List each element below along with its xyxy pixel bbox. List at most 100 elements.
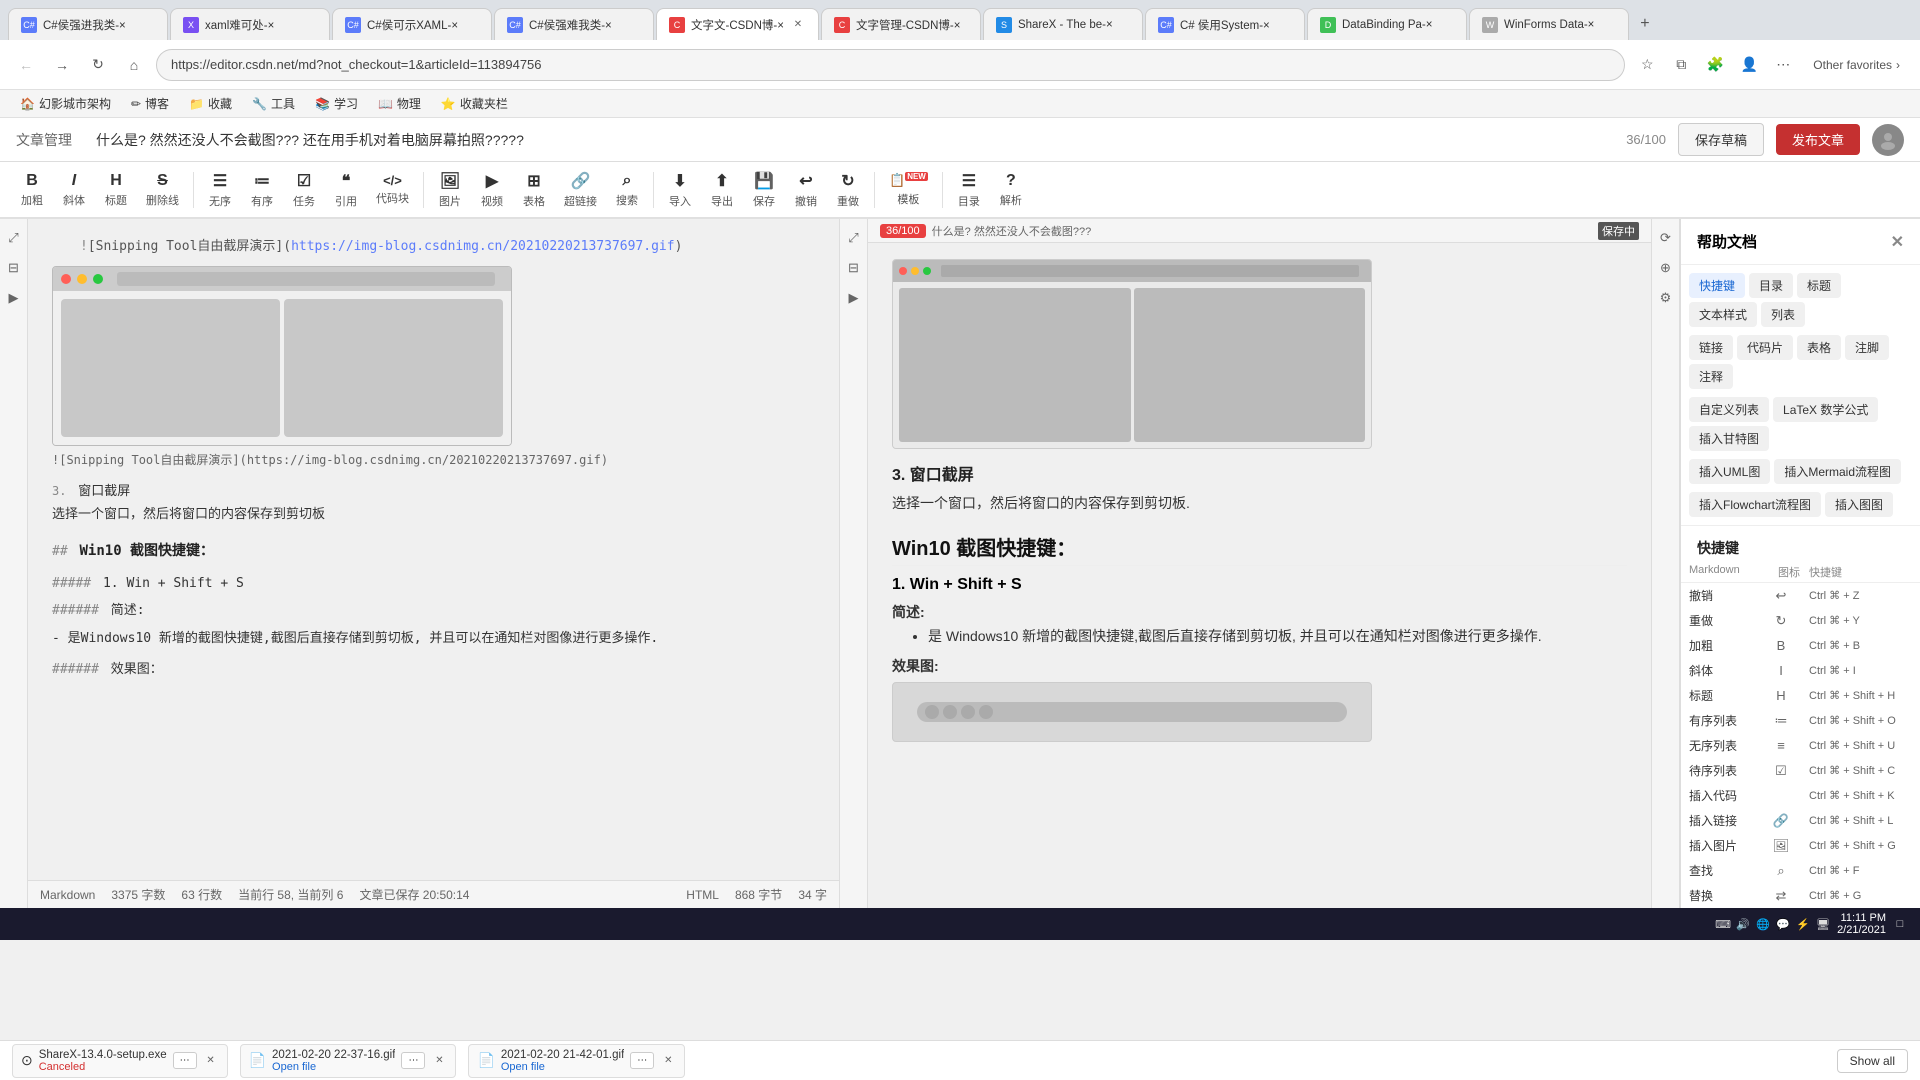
toolbar-strikethrough[interactable]: S 删除线 (138, 166, 187, 214)
tab-2[interactable]: X xaml难可处-× (170, 8, 330, 40)
tab-5-close[interactable]: ✕ (790, 17, 806, 33)
tab-4[interactable]: C# C#侯强难我类-× (494, 8, 654, 40)
address-bar[interactable]: https://editor.csdn.net/md?not_checkout=… (156, 49, 1625, 81)
help-close-icon[interactable]: ✕ (1891, 232, 1904, 252)
toolbar-ordered[interactable]: ≔ 有序 (242, 166, 282, 214)
tab-8[interactable]: C# C# 侯用System-× (1145, 8, 1305, 40)
help-tab-flowchart[interactable]: 插入Flowchart流程图 (1689, 492, 1821, 517)
other-favorites[interactable]: Other favorites › (1805, 54, 1908, 76)
tab-10[interactable]: W WinForms Data-× (1469, 8, 1629, 40)
preview-settings-icon[interactable]: ⚙ (1655, 287, 1677, 309)
tray-volume-icon[interactable]: 🔊 (1735, 916, 1751, 932)
help-tab-list[interactable]: 列表 (1761, 302, 1805, 327)
help-tab-toc[interactable]: 目录 (1749, 273, 1793, 298)
help-tab-shortcuts[interactable]: 快捷键 (1689, 273, 1745, 298)
shortcut-keys: Ctrl ⌘ + F (1801, 858, 1920, 883)
toolbar-link[interactable]: 🔗 超链接 (556, 166, 605, 214)
help-tab-heading[interactable]: 标题 (1797, 273, 1841, 298)
preview-icon-2[interactable]: ⊟ (843, 257, 865, 279)
new-tab-button[interactable]: + (1631, 10, 1659, 38)
notif-2-action[interactable]: Open file (272, 1061, 395, 1073)
editor-textarea[interactable]: ![Snipping Tool自由截屏演示](https://img-blog.… (28, 219, 839, 880)
help-tab-custom-list[interactable]: 自定义列表 (1689, 397, 1769, 422)
toolbar-toc[interactable]: ☰ 目录 (949, 166, 989, 214)
preview-zoom-icon[interactable]: ⊕ (1655, 257, 1677, 279)
notif-2-more[interactable]: ⋯ (401, 1052, 425, 1069)
tab-5[interactable]: C 文字文-CSDN博-× ✕ (656, 8, 819, 40)
toolbar-search[interactable]: ⌕ 搜索 (607, 166, 647, 214)
tray-display-icon[interactable]: 🖥 (1815, 916, 1831, 932)
toolbar-italic[interactable]: I 斜体 (54, 166, 94, 214)
profile-icon[interactable]: 👤 (1735, 51, 1763, 79)
show-all-button[interactable]: Show all (1837, 1049, 1908, 1073)
extensions-icon[interactable]: 🧩 (1701, 51, 1729, 79)
user-avatar[interactable] (1872, 124, 1904, 156)
toolbar-code[interactable]: </> 代码块 (368, 166, 417, 214)
bookmark-1[interactable]: 🏠 幻影城市架构 (12, 93, 119, 114)
toolbar-undo[interactable]: ↩ 撤销 (786, 166, 826, 214)
bookmark-3[interactable]: 📁 收藏 (181, 93, 240, 114)
toolbar-template[interactable]: 📋NEW 模板 (881, 166, 936, 214)
bookmark-5[interactable]: 📚 学习 (307, 93, 366, 114)
split-view-icon[interactable]: ⊟ (3, 257, 25, 279)
back-button[interactable]: ← (12, 51, 40, 79)
tray-network-icon[interactable]: 🌐 (1755, 916, 1771, 932)
toolbar-export[interactable]: ⬆ 导出 (702, 166, 742, 214)
toolbar-parse[interactable]: ? 解析 (991, 166, 1031, 214)
help-tab-textstyle[interactable]: 文本样式 (1689, 302, 1757, 327)
help-tab-comment[interactable]: 注释 (1689, 364, 1733, 389)
toolbar-save[interactable]: 💾 保存 (744, 166, 784, 214)
bookmark-7[interactable]: ⭐ 收藏夹栏 (433, 93, 516, 114)
help-tab-link[interactable]: 链接 (1689, 335, 1733, 360)
toolbar-image[interactable]: 🖼 图片 (430, 166, 470, 214)
notif-1-close[interactable]: ✕ (203, 1053, 219, 1069)
action-center-icon[interactable]: □ (1892, 916, 1908, 932)
bookmark-4[interactable]: 🔧 工具 (244, 93, 303, 114)
refresh-button[interactable]: ↻ (84, 51, 112, 79)
toolbar-bold[interactable]: B 加粗 (12, 166, 52, 214)
bookmark-6[interactable]: 📖 物理 (370, 93, 429, 114)
help-tab-gantt[interactable]: 插入甘特图 (1689, 426, 1769, 451)
preview-sync-icon[interactable]: ⟳ (1655, 227, 1677, 249)
notif-3-close[interactable]: ✕ (660, 1053, 676, 1069)
help-tab-footnote[interactable]: 注脚 (1845, 335, 1889, 360)
tab-7[interactable]: S ShareX - The be-× (983, 8, 1143, 40)
help-tab-latex[interactable]: LaTeX 数学公式 (1773, 397, 1878, 422)
save-draft-button[interactable]: 保存草稿 (1678, 123, 1764, 156)
toolbar-heading[interactable]: H 标题 (96, 166, 136, 214)
help-tab-codesnippet[interactable]: 代码片 (1737, 335, 1793, 360)
favorites-star-icon[interactable]: ☆ (1633, 51, 1661, 79)
notif-3-action[interactable]: Open file (501, 1061, 624, 1073)
tab-3[interactable]: C# C#侯可示XAML-× (332, 8, 492, 40)
help-tab-insert-img[interactable]: 插入图图 (1825, 492, 1893, 517)
help-tab-uml[interactable]: 插入UML图 (1689, 459, 1770, 484)
help-tab-mermaid[interactable]: 插入Mermaid流程图 (1774, 459, 1901, 484)
notif-3-more[interactable]: ⋯ (630, 1052, 654, 1069)
publish-button[interactable]: 发布文章 (1776, 124, 1860, 155)
settings-icon[interactable]: ⋯ (1769, 51, 1797, 79)
tab-1[interactable]: C# C#侯强进我类-× (8, 8, 168, 40)
tray-notification-icon[interactable]: 💬 (1775, 916, 1791, 932)
toolbar-table[interactable]: ⊞ 表格 (514, 166, 554, 214)
toolbar-redo[interactable]: ↻ 重做 (828, 166, 868, 214)
help-tab-table[interactable]: 表格 (1797, 335, 1841, 360)
preview-only-icon[interactable]: ▶ (3, 287, 25, 309)
toolbar-import[interactable]: ⬇ 导入 (660, 166, 700, 214)
tray-battery-icon[interactable]: ⚡ (1795, 916, 1811, 932)
notif-2-close[interactable]: ✕ (431, 1053, 447, 1069)
tab-6[interactable]: C 文字管理-CSDN博-× (821, 8, 981, 40)
toolbar-video[interactable]: ▶ 视频 (472, 166, 512, 214)
collections-icon[interactable]: ⧉ (1667, 51, 1695, 79)
home-button[interactable]: ⌂ (120, 51, 148, 79)
preview-icon-1[interactable]: ⤢ (843, 227, 865, 249)
toolbar-task[interactable]: ☑ 任务 (284, 166, 324, 214)
forward-button[interactable]: → (48, 51, 76, 79)
bookmark-2[interactable]: ✏ 博客 (123, 93, 177, 114)
doc-title-input[interactable] (96, 132, 1614, 148)
tab-9[interactable]: D DataBinding Pa-× (1307, 8, 1467, 40)
notif-1-more[interactable]: ⋯ (173, 1052, 197, 1069)
toolbar-unordered[interactable]: ☰ 无序 (200, 166, 240, 214)
toolbar-quote[interactable]: ❝ 引用 (326, 166, 366, 214)
expand-editor-icon[interactable]: ⤢ (3, 227, 25, 249)
preview-icon-3[interactable]: ▶ (843, 287, 865, 309)
